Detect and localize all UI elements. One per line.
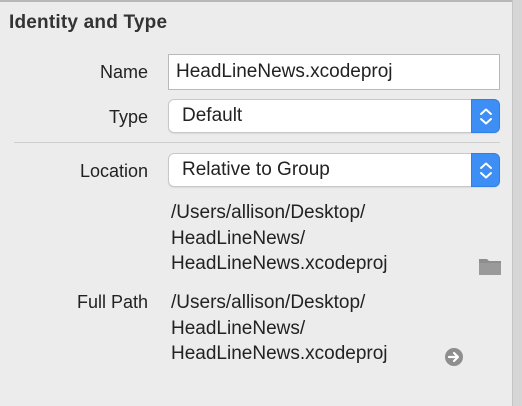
up-down-chevron-icon [471, 99, 500, 133]
arrow-circle-right-icon[interactable] [444, 347, 464, 367]
top-divider [0, 0, 512, 2]
type-label: Type [108, 107, 148, 127]
window-edge [512, 0, 522, 406]
location-path-line: HeadLineNews.xcodeproj [171, 253, 388, 274]
full-path: /Users/allison/Desktop/ HeadLineNews/ He… [171, 290, 388, 367]
type-popup-value: Default [182, 105, 243, 126]
full-path-line: HeadLineNews/ [171, 317, 306, 339]
location-path-line: /Users/allison/Desktop/ [171, 202, 366, 223]
name-label: Name [99, 62, 148, 82]
section-title: Identity and Type [9, 12, 168, 33]
name-field[interactable]: HeadLineNews.xcodeproj [168, 54, 500, 90]
up-down-chevron-icon [471, 153, 500, 187]
location-label: Location [79, 161, 148, 181]
full-path-line: HeadLineNews.xcodeproj [171, 343, 388, 364]
type-popup[interactable]: Default [168, 99, 500, 133]
location-popup[interactable]: Relative to Group [168, 153, 500, 187]
full-path-label: Full Path [76, 292, 148, 312]
folder-icon[interactable] [478, 256, 502, 276]
full-path-line: /Users/allison/Desktop/ [171, 292, 366, 313]
location-popup-value: Relative to Group [182, 159, 330, 180]
location-path-line: HeadLineNews/ [171, 227, 306, 249]
section-divider [14, 142, 500, 143]
identity-and-type-inspector: Identity and Type Name HeadLineNews.xcod… [0, 0, 512, 406]
location-path: /Users/allison/Desktop/ HeadLineNews/ He… [171, 200, 388, 277]
